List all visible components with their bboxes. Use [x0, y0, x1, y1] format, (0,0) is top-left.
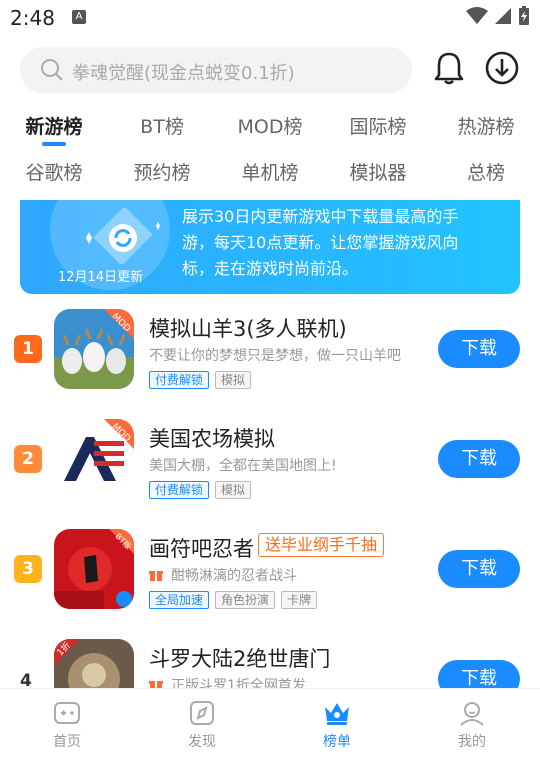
compass-icon	[190, 701, 214, 725]
game-description-text: 酣畅淋漓的忍者战斗	[171, 568, 297, 584]
game-tags: 全局加速 角色扮演 卡牌	[149, 591, 318, 609]
nav-discover[interactable]: 发现	[162, 699, 242, 751]
tab-google[interactable]: 谷歌榜	[25, 158, 82, 185]
tab-overall[interactable]: 总榜	[467, 158, 505, 185]
signal-icon	[495, 8, 511, 24]
game-tag: 付费解锁	[149, 371, 210, 389]
tab-active-indicator	[42, 142, 66, 146]
gamepad-icon	[54, 702, 80, 724]
tab-reservation[interactable]: 预约榜	[133, 158, 190, 185]
status-time: 2:48	[10, 6, 55, 30]
user-icon	[460, 702, 484, 726]
game-tag: 模拟	[215, 481, 252, 499]
banner-update-date: 12月14日更新	[58, 270, 144, 285]
download-manager-button[interactable]	[484, 50, 522, 90]
nav-label: 发现	[188, 734, 216, 750]
gift-icon	[149, 571, 163, 581]
ranking-banner: 12月14日更新 展示30日内更新游戏中下载量最高的手游，每天10点更新。让您掌…	[20, 200, 520, 294]
bell-icon	[434, 52, 464, 85]
tab-bt[interactable]: BT榜	[140, 112, 184, 139]
download-button[interactable]: 下载	[438, 550, 520, 588]
game-title: 模拟山羊3(多人联机)	[149, 317, 347, 341]
game-description: 美国大棚，全都在美国地图上!	[149, 458, 337, 474]
game-list-item[interactable]: 3 BT版 画符吧忍者 送毕业纲手千抽 酣畅淋漓的忍者战斗 全局加速 角色扮演 …	[0, 529, 540, 633]
tab-international[interactable]: 国际榜	[349, 112, 406, 139]
tab-hot[interactable]: 热游榜	[457, 112, 514, 139]
status-icons	[466, 6, 530, 26]
nav-label: 首页	[53, 734, 81, 750]
game-title: 美国农场模拟	[149, 427, 275, 451]
download-button[interactable]: 下载	[438, 330, 520, 368]
game-tag: 付费解锁	[149, 481, 210, 499]
nav-label: 我的	[458, 734, 486, 750]
search-input[interactable]: 拳魂觉醒(现金点蜕变0.1折)	[20, 47, 412, 93]
refresh-icon	[86, 208, 160, 264]
nav-label: 榜单	[323, 734, 351, 750]
game-tags: 付费解锁 模拟	[149, 371, 252, 389]
game-icon-ninja[interactable]: BT版	[54, 529, 134, 609]
game-icon-american-farm[interactable]: MOD	[54, 419, 134, 499]
game-title: 斗罗大陆2绝世唐门	[149, 647, 331, 671]
tab-row-secondary: 谷歌榜 预约榜 单机榜 模拟器 总榜	[0, 158, 540, 192]
game-icon-goat-simulator[interactable]: MOD	[54, 309, 134, 389]
game-list-item[interactable]: 1 MOD 模拟山羊3(多人联机) 不要让你的梦想只是梦想，做一只山羊吧 付费解…	[0, 309, 540, 413]
rank-badge: 2	[14, 445, 42, 473]
game-tags: 付费解锁 模拟	[149, 481, 252, 499]
game-title: 画符吧忍者	[149, 537, 254, 561]
status-bar: 2:48 A	[0, 0, 540, 36]
search-icon	[41, 59, 63, 81]
download-icon	[485, 51, 519, 85]
notification-button[interactable]	[432, 50, 468, 90]
battery-icon	[519, 6, 529, 25]
game-tag: 卡牌	[281, 591, 318, 609]
game-tag: 模拟	[215, 371, 252, 389]
notification-icon: A	[72, 10, 86, 24]
game-tag: 角色扮演	[215, 591, 276, 609]
promo-tag: 送毕业纲手千抽	[258, 533, 385, 557]
tab-standalone[interactable]: 单机榜	[241, 158, 298, 185]
game-description: 酣畅淋漓的忍者战斗	[149, 565, 297, 585]
nav-home[interactable]: 首页	[27, 699, 107, 751]
tab-mod[interactable]: MOD榜	[238, 112, 303, 139]
banner-description: 展示30日内更新游戏中下载量最高的手游，每天10点更新。让您掌握游戏风向标，走在…	[182, 207, 459, 278]
wifi-icon	[466, 7, 488, 24]
rank-badge: 1	[14, 335, 42, 363]
search-placeholder: 拳魂觉醒(现金点蜕变0.1折)	[72, 63, 295, 84]
game-description: 不要让你的梦想只是梦想，做一只山羊吧	[149, 348, 401, 364]
crown-icon	[325, 703, 349, 725]
nav-rankings[interactable]: 榜单	[297, 699, 377, 751]
nav-profile[interactable]: 我的	[432, 699, 512, 751]
bottom-navigation: 首页 发现 榜单 我的	[0, 688, 540, 760]
download-button[interactable]: 下载	[438, 440, 520, 478]
rank-badge: 3	[14, 555, 42, 583]
game-list-item[interactable]: 2 MOD 美国农场模拟 美国大棚，全都在美国地图上! 付费解锁 模拟 下载	[0, 419, 540, 523]
tab-emulator[interactable]: 模拟器	[349, 158, 406, 185]
game-tag: 全局加速	[149, 591, 210, 609]
tab-new-games[interactable]: 新游榜	[25, 112, 82, 139]
tab-row-primary: 新游榜 BT榜 MOD榜 国际榜 热游榜	[0, 112, 540, 146]
